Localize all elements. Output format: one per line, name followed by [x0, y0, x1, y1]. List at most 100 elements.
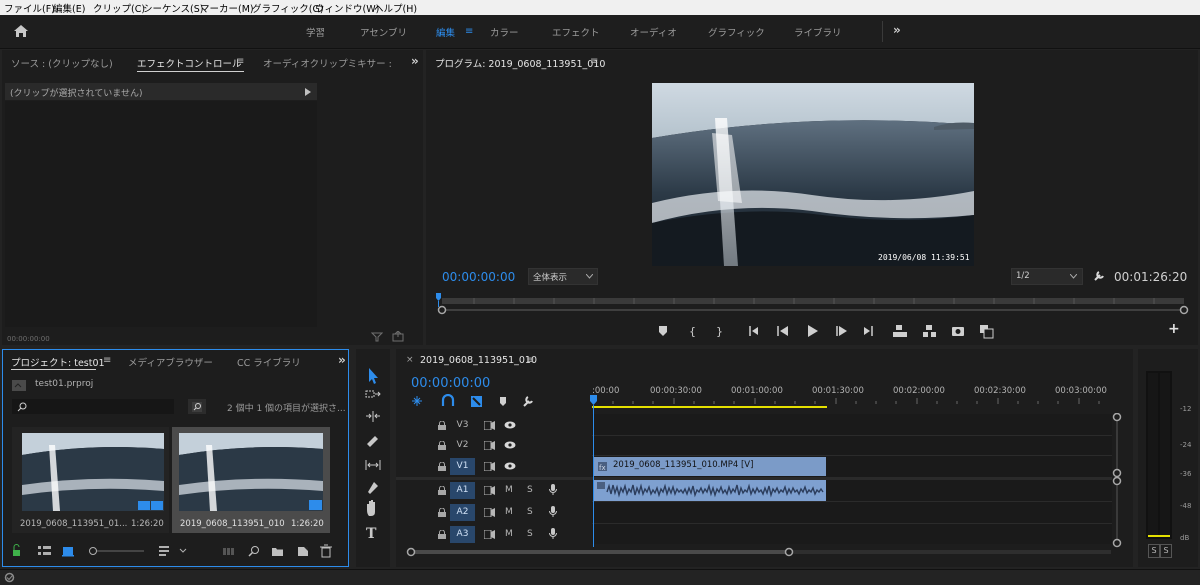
panel-menu-icon[interactable]: ≡ [103, 355, 111, 366]
lock-icon[interactable] [438, 508, 446, 517]
time-ruler[interactable]: :00:00 00:00:30:00 00:01:00:00 00:01:30:… [592, 374, 1116, 414]
filter-icon[interactable] [371, 332, 383, 342]
lock-icon[interactable] [13, 544, 20, 557]
tab-media-browser[interactable]: メディアブラウザー [128, 355, 213, 369]
timeline-current-timecode[interactable]: 00:00:00:00 [411, 376, 490, 391]
export-frame-camera-icon[interactable] [952, 327, 964, 336]
workspace-graphics[interactable]: グラフィック [708, 25, 765, 39]
home-icon[interactable] [13, 24, 29, 38]
resolution-dropdown[interactable]: 1/2 [1011, 268, 1083, 285]
panel-menu-icon[interactable]: ≡ [590, 56, 598, 67]
video-clip[interactable]: fx 2019_0608_113951_010.MP4 [V] [593, 457, 826, 476]
sync-lock-icon[interactable] [484, 486, 495, 495]
track-name[interactable]: A2 [450, 504, 475, 521]
track-name[interactable]: A1 [450, 482, 475, 499]
solo-button[interactable]: S [527, 529, 533, 539]
snap-icon[interactable] [441, 394, 455, 406]
timeline-horizontal-scrollbar[interactable] [406, 546, 1116, 558]
razor-tool-icon[interactable] [367, 436, 378, 447]
timeline-settings-wrench-icon[interactable] [523, 396, 533, 407]
tab-source[interactable]: ソース : (クリップなし) [11, 56, 113, 70]
menu-window[interactable]: ウィンドウ(W) [315, 1, 379, 15]
panel-overflow-icon[interactable]: » [338, 353, 346, 367]
mark-out-button[interactable]: } [716, 325, 723, 338]
lock-icon[interactable] [438, 486, 446, 495]
work-area-bar[interactable] [592, 406, 827, 408]
new-bin-icon[interactable] [272, 548, 283, 556]
sort-icon[interactable] [159, 546, 169, 556]
go-to-out-button[interactable] [864, 326, 873, 336]
add-button-icon[interactable]: + [1168, 321, 1180, 337]
sync-lock-icon[interactable] [484, 462, 495, 471]
workspace-menu-icon[interactable]: ≡ [465, 26, 473, 37]
workspace-libraries[interactable]: ライブラリ [794, 25, 842, 39]
workspace-audio[interactable]: オーディオ [630, 25, 677, 39]
wrench-icon[interactable] [1093, 270, 1105, 282]
add-marker-button[interactable] [659, 326, 667, 336]
tab-cc-libraries[interactable]: CC ライブラリ [237, 355, 301, 369]
tab-effect-controls[interactable]: エフェクトコントロール [137, 56, 242, 70]
new-item-icon[interactable] [298, 547, 308, 556]
menu-sequence[interactable]: シーケンス(S) [143, 1, 203, 15]
lock-icon[interactable] [438, 530, 446, 539]
panel-menu-icon[interactable]: ≡ [526, 355, 534, 366]
track-name[interactable]: V3 [450, 417, 475, 434]
menu-clip[interactable]: クリップ(C) [93, 1, 145, 15]
hand-tool-icon[interactable] [367, 500, 375, 516]
solo-button[interactable]: S [527, 507, 533, 517]
tab-sequence[interactable]: 2019_0608_113951_010 [420, 355, 537, 366]
sync-lock-icon[interactable] [484, 530, 495, 539]
eye-icon[interactable] [504, 441, 516, 449]
project-item[interactable]: 2019_0608_113951_01... 1:26:20 [12, 427, 169, 533]
lock-icon[interactable] [438, 441, 446, 450]
status-indicator-icon[interactable] [4, 572, 15, 583]
panel-overflow-icon[interactable]: » [411, 54, 419, 68]
project-search-input[interactable] [12, 399, 174, 414]
chevron-down-icon[interactable] [179, 548, 187, 553]
audio-clip[interactable] [593, 480, 826, 501]
solo-left-button[interactable]: S [1148, 544, 1160, 558]
lift-button[interactable] [893, 325, 907, 337]
menu-file[interactable]: ファイル(F) [4, 1, 55, 15]
tab-project[interactable]: プロジェクト: test01 [11, 355, 105, 369]
pen-tool-icon[interactable] [368, 482, 378, 494]
mute-button[interactable]: M [505, 507, 513, 517]
microphone-icon[interactable] [549, 484, 557, 496]
workspace-editing[interactable]: 編集 [436, 25, 455, 39]
menu-graphics[interactable]: グラフィック(G) [252, 1, 324, 15]
type-tool-icon[interactable]: T [366, 526, 377, 542]
close-tab-icon[interactable]: × [406, 355, 414, 365]
eye-icon[interactable] [504, 462, 516, 470]
menu-help[interactable]: ヘルプ(H) [374, 1, 417, 15]
go-to-in-button[interactable] [749, 326, 758, 336]
mute-button[interactable]: M [505, 485, 513, 495]
add-marker-icon[interactable] [500, 397, 506, 406]
workspace-color[interactable]: カラー [490, 25, 519, 39]
project-item-selected[interactable]: 2019_0608_113951_010 1:26:20 [172, 427, 330, 533]
export-icon[interactable] [392, 331, 404, 342]
comparison-view-button[interactable] [980, 325, 994, 339]
list-view-icon[interactable] [38, 546, 51, 555]
microphone-icon[interactable] [549, 528, 557, 540]
track-name[interactable]: V2 [450, 437, 475, 454]
fit-dropdown[interactable]: 全体表示 [528, 268, 598, 285]
zoom-slider[interactable] [89, 547, 145, 555]
find-icon[interactable] [248, 546, 259, 557]
icon-view-icon[interactable] [62, 547, 74, 557]
program-video-frame[interactable]: 2019/06/08 11:39:51 [652, 83, 974, 266]
track-name[interactable]: V1 [450, 458, 475, 475]
selection-tool-icon[interactable] [369, 368, 378, 384]
program-playhead[interactable] [436, 293, 441, 301]
menu-marker[interactable]: マーカー(M) [200, 1, 254, 15]
trash-icon[interactable] [320, 544, 332, 558]
microphone-icon[interactable] [549, 506, 557, 518]
timeline-playhead[interactable] [589, 395, 598, 547]
slip-tool-icon[interactable] [365, 460, 381, 470]
lock-icon[interactable] [438, 462, 446, 471]
video-vertical-scrollbar[interactable] [1111, 413, 1123, 483]
workspace-assembly[interactable]: アセンブリ [360, 25, 407, 39]
audio-vertical-scrollbar[interactable] [1111, 477, 1123, 549]
tab-audio-clip-mixer[interactable]: オーディオクリップミキサー : 20 [263, 56, 393, 70]
mute-button[interactable]: M [505, 529, 513, 539]
solo-right-button[interactable]: S [1160, 544, 1172, 558]
